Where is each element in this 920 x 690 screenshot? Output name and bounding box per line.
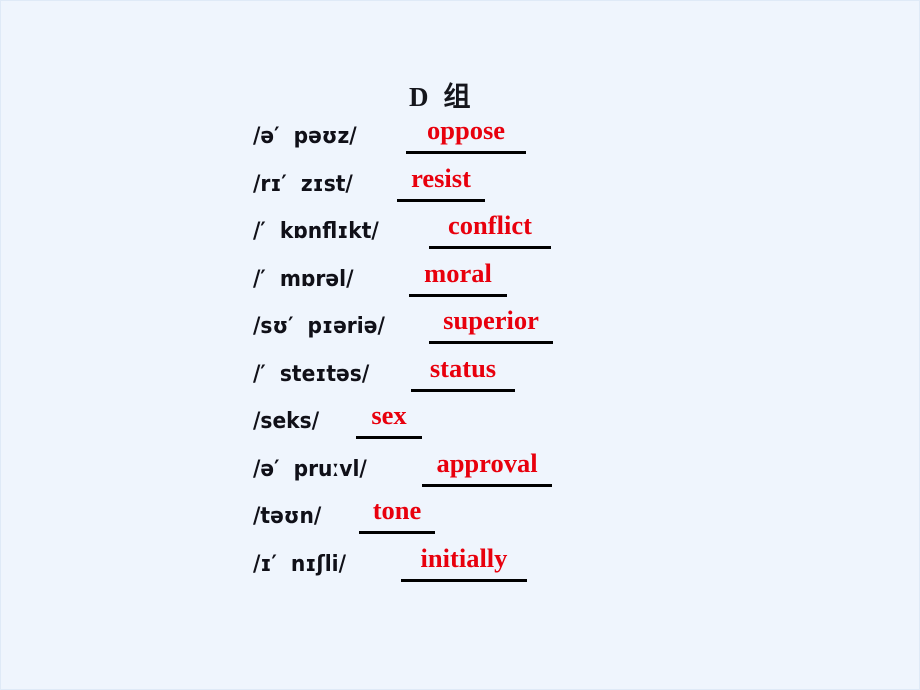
vocabulary-row: /′ steɪtəs/status: [1, 353, 919, 405]
answer-word: moral: [424, 257, 492, 288]
answer-word: oppose: [426, 115, 506, 145]
phonetic-transcription: /ɪ′ nɪʃli/: [253, 550, 347, 577]
slide-canvas: D 组 /ə′ pəʊz/oppose/rɪ′ zɪst/resist /′ kɒ…: [0, 0, 920, 690]
phonetic-transcription: /ə′ pəʊz/: [253, 123, 357, 149]
answer-blank[interactable]: initially: [401, 540, 527, 582]
answer-word: resist: [411, 162, 471, 193]
answer-blank[interactable]: tone: [359, 492, 435, 534]
answer-blank[interactable]: oppose: [406, 112, 526, 154]
phonetic-transcription: /sʊ′ pɪəriə/: [253, 313, 385, 339]
answer-blank[interactable]: resist: [397, 160, 485, 202]
vocabulary-row: /ɪ′ nɪʃli/initially: [1, 543, 919, 595]
answer-blank[interactable]: sex: [356, 397, 422, 439]
vocabulary-list: /ə′ pəʊz/oppose/rɪ′ zɪst/resist /′ kɒnflɪ…: [1, 115, 919, 595]
answer-word: tone: [372, 495, 422, 525]
answer-blank[interactable]: superior: [429, 302, 553, 344]
phonetic-transcription: /′ mɒrəl/: [253, 265, 354, 292]
phonetic-transcription: /ə′ pruːvl/: [253, 455, 367, 482]
phonetic-transcription: /′ steɪtəs/: [253, 360, 370, 387]
answer-word: initially: [420, 542, 508, 573]
answer-word: superior: [443, 305, 539, 335]
answer-word: approval: [436, 447, 538, 478]
page-title: D 组: [409, 82, 471, 112]
vocabulary-row: /ə′ pruːvl/approval: [1, 448, 919, 500]
phonetic-transcription: /rɪ′ zɪst/: [253, 170, 353, 197]
answer-blank[interactable]: moral: [409, 255, 507, 297]
answer-word: status: [429, 352, 497, 383]
phonetic-transcription: /seks/: [253, 408, 320, 434]
answer-word: sex: [371, 400, 407, 430]
phonetic-transcription: /təʊn/: [253, 503, 322, 529]
answer-word: conflict: [448, 210, 532, 240]
answer-blank[interactable]: conflict: [429, 207, 551, 249]
answer-blank[interactable]: approval: [422, 445, 552, 487]
answer-blank[interactable]: status: [411, 350, 515, 392]
phonetic-transcription: /′ kɒnflɪkt/: [253, 218, 379, 244]
